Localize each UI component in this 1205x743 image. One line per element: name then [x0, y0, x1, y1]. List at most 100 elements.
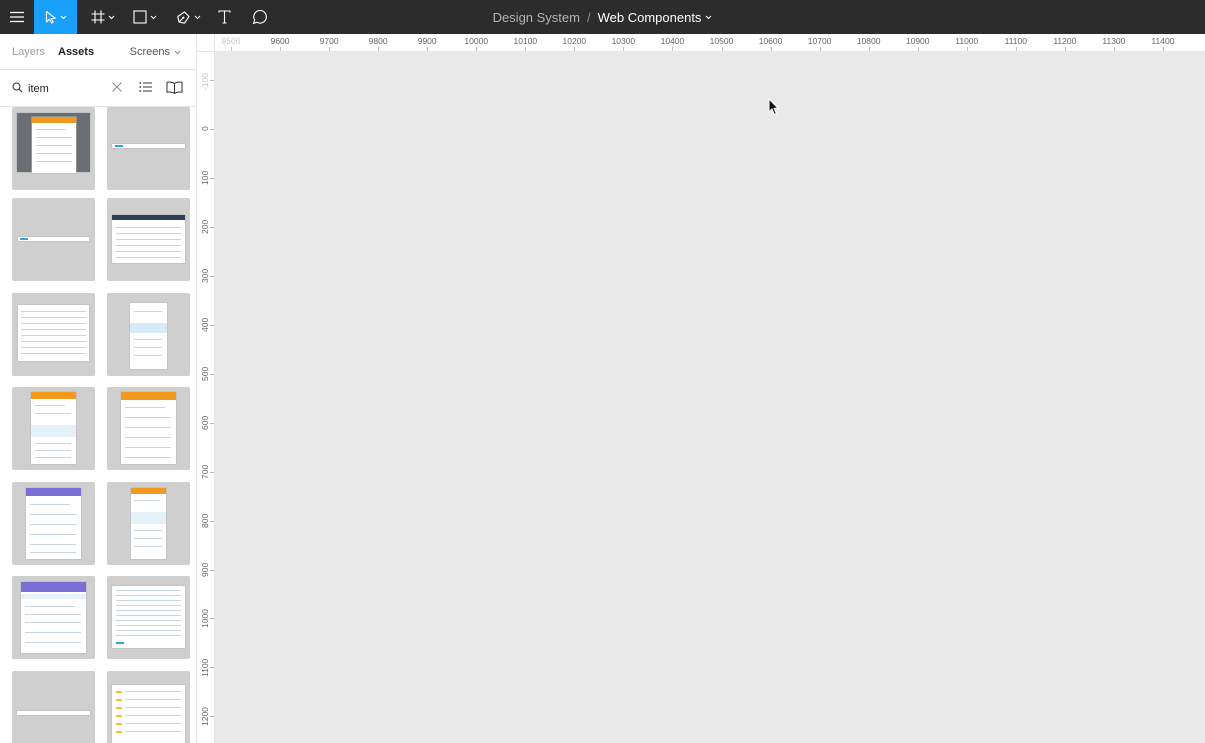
frame-tool-button[interactable]: [87, 0, 119, 34]
ruler-tick: [917, 47, 919, 51]
ruler-tick: [210, 716, 214, 718]
ruler-tick: [210, 226, 214, 228]
ruler-corner: [197, 34, 215, 52]
ruler-tick-label: 10500: [709, 36, 734, 46]
ruler-tick-label: -100: [200, 72, 210, 90]
ruler-tick-label: 10800: [856, 36, 881, 46]
chevron-down-icon: [706, 15, 712, 19]
tab-layers[interactable]: Layers: [12, 46, 45, 58]
ruler-tick: [525, 47, 527, 51]
asset-search-bar: [0, 70, 196, 107]
ruler-tick: [210, 80, 214, 81]
asset-thumbnail[interactable]: [12, 107, 95, 190]
ruler-tick: [210, 618, 214, 620]
ruler-tick-label: 10900: [905, 36, 930, 46]
asset-thumbnail[interactable]: [12, 387, 95, 470]
asset-thumbnail[interactable]: [12, 482, 95, 565]
ruler-tick-label: 1100: [200, 659, 210, 678]
ruler-tick: [623, 47, 625, 51]
comment-tool-button[interactable]: [246, 0, 274, 34]
move-tool-button[interactable]: [34, 0, 77, 34]
search-input[interactable]: [28, 79, 98, 98]
frame-hash-icon: [91, 10, 105, 24]
main-menu-button[interactable]: [0, 0, 33, 34]
asset-thumbnail[interactable]: [107, 576, 190, 659]
team-library-book-icon[interactable]: [166, 81, 183, 94]
comment-bubble-icon: [252, 9, 267, 25]
search-icon: [12, 82, 23, 93]
ruler-tick: [819, 47, 821, 51]
ruler-tick-label: 10600: [758, 36, 783, 46]
ruler-tick: [280, 47, 282, 51]
ruler-tick-label: 11300: [1102, 36, 1126, 46]
toolbar: Design System / Web Components: [0, 0, 1205, 34]
text-tool-button[interactable]: [211, 0, 237, 34]
horizontal-ruler: 9500 9600 9700 9800 9900 10000 10100 10200 10300…: [197, 34, 1205, 52]
chevron-down-icon: [174, 50, 181, 54]
ruler-tick-label: 200: [200, 220, 210, 235]
page-selector-dropdown[interactable]: Screens: [130, 46, 181, 58]
ruler-tick: [1162, 47, 1164, 51]
ruler-tick: [210, 422, 214, 424]
ruler-tick-label: 500: [200, 367, 210, 382]
asset-thumbnail[interactable]: [107, 107, 190, 190]
ruler-tick-label: 11000: [955, 36, 979, 46]
ruler-tick-label: 400: [200, 318, 210, 333]
ruler-tick-label: 11100: [1004, 36, 1027, 46]
ruler-tick-label: 10100: [513, 36, 538, 46]
hamburger-menu-icon: [9, 11, 24, 23]
mouse-pointer-icon: [768, 98, 780, 116]
ruler-tick-label: 600: [200, 415, 210, 431]
asset-thumbnail[interactable]: [12, 293, 95, 376]
asset-thumbnail[interactable]: [12, 198, 95, 281]
ruler-tick: [476, 47, 478, 51]
ruler-tick: [966, 47, 968, 51]
shape-tool-button[interactable]: [128, 0, 162, 34]
asset-thumbnail[interactable]: [107, 387, 190, 470]
asset-thumbnail[interactable]: [12, 576, 95, 659]
asset-thumbnail[interactable]: [107, 293, 190, 376]
asset-thumbnail[interactable]: [107, 671, 190, 743]
ruler-tick-label: 11200: [1053, 36, 1077, 46]
chevron-down-icon: [60, 15, 66, 19]
ruler-tick: [210, 667, 214, 669]
ruler-tick: [427, 47, 429, 51]
ruler-tick-label: 300: [200, 269, 210, 284]
ruler-tick: [574, 47, 576, 51]
cursor-arrow-icon: [45, 10, 56, 24]
vertical-ruler: -100 0 100 200 300 400 500 600 700 800 900 1000 1100…: [197, 52, 215, 743]
asset-thumbnail[interactable]: [12, 671, 95, 743]
ruler-tick-label: 1000: [200, 609, 210, 629]
ruler-tick-label: 9700: [319, 36, 339, 46]
asset-thumbnail[interactable]: [107, 482, 190, 565]
chevron-down-icon: [108, 15, 115, 19]
file-name-menu[interactable]: Web Components: [598, 10, 713, 25]
tab-assets[interactable]: Assets: [58, 46, 94, 58]
ruler-tick-label: 9800: [368, 36, 388, 46]
ruler-tick: [721, 47, 723, 51]
ruler-tick: [1113, 47, 1115, 51]
ruler-tick-label: 800: [200, 513, 210, 529]
pen-tool-button[interactable]: [171, 0, 205, 34]
close-icon[interactable]: [111, 81, 123, 93]
asset-thumbnail[interactable]: [107, 198, 190, 281]
design-canvas[interactable]: [215, 52, 1205, 743]
left-sidebar-panel: Layers Assets Screens: [0, 34, 197, 743]
ruler-tick: [1064, 47, 1066, 51]
ruler-tick-label: 10700: [807, 36, 832, 46]
pen-nib-icon: [176, 10, 190, 24]
list-view-icon[interactable]: [139, 81, 152, 93]
ruler-tick: [210, 324, 214, 326]
project-name-link[interactable]: Design System: [493, 10, 580, 25]
ruler-tick: [1015, 47, 1017, 51]
ruler-tick-label: 9500: [221, 36, 241, 46]
ruler-tick: [378, 47, 380, 51]
ruler-tick: [210, 177, 214, 179]
ruler-tick: [868, 47, 870, 51]
breadcrumb-separator: /: [586, 9, 591, 25]
ruler-tick: [210, 373, 214, 375]
file-name-label: Web Components: [597, 9, 702, 25]
ruler-tick-label: 10000: [464, 36, 489, 46]
ruler-tick: [770, 47, 772, 51]
chevron-down-icon: [150, 15, 157, 19]
